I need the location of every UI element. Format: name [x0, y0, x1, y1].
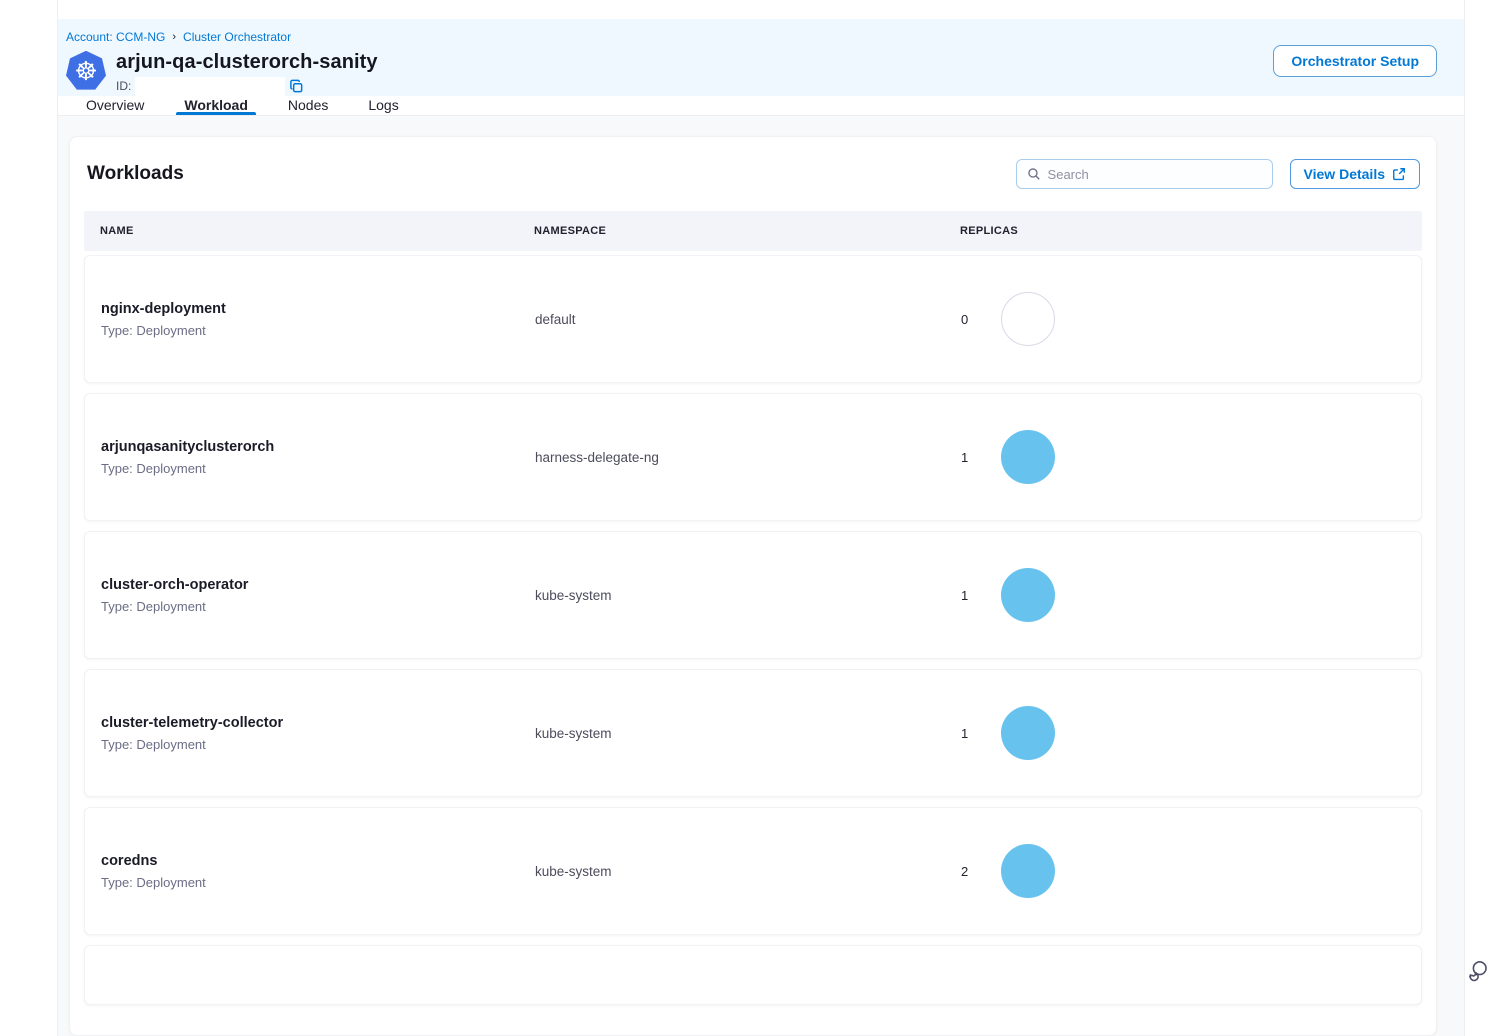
table-row[interactable]: coredns Type: Deployment kube-system 2 — [84, 807, 1422, 935]
tab-overview[interactable]: Overview — [86, 96, 144, 115]
top-whitespace — [58, 0, 1464, 19]
table-header-row: NAME NAMESPACE REPLICAS — [84, 211, 1422, 251]
table-row[interactable]: arjunqasanityclusterorch Type: Deploymen… — [84, 393, 1422, 521]
content-area: Workloads View Details — [58, 116, 1464, 1036]
id-label: ID: — [116, 79, 131, 93]
search-input[interactable] — [1048, 167, 1262, 182]
workload-type: Type: Deployment — [101, 737, 535, 752]
replica-count: 1 — [961, 450, 971, 465]
replica-count: 1 — [961, 726, 971, 741]
view-details-label: View Details — [1304, 166, 1385, 182]
workload-name: coredns — [101, 853, 535, 869]
workloads-panel-header: Workloads View Details — [84, 159, 1422, 189]
workload-namespace: harness-delegate-ng — [535, 450, 961, 465]
tab-logs[interactable]: Logs — [368, 96, 398, 115]
chat-widget-icon[interactable] — [1466, 958, 1490, 982]
title-row: ☸ arjun-qa-clusterorch-sanity ID: — [66, 51, 1464, 96]
workload-namespace: kube-system — [535, 588, 961, 603]
workloads-title: Workloads — [87, 163, 184, 185]
copy-icon[interactable] — [289, 79, 304, 94]
orchestrator-setup-button[interactable]: Orchestrator Setup — [1273, 45, 1437, 77]
search-box[interactable] — [1016, 159, 1273, 189]
cluster-id-row: ID: — [116, 77, 378, 96]
replica-count: 2 — [961, 864, 971, 879]
workload-name: arjunqasanityclusterorch — [101, 439, 535, 455]
table-row[interactable]: cluster-telemetry-collector Type: Deploy… — [84, 669, 1422, 797]
page-title: arjun-qa-clusterorch-sanity — [116, 51, 378, 74]
replica-count: 1 — [961, 588, 971, 603]
cluster-header: Account: CCM-NG › Cluster Orchestrator ☸… — [58, 19, 1464, 96]
workload-name: nginx-deployment — [101, 301, 535, 317]
replica-count: 0 — [961, 312, 971, 327]
title-block: arjun-qa-clusterorch-sanity ID: — [116, 51, 378, 96]
workload-namespace: kube-system — [535, 726, 961, 741]
workload-name: cluster-telemetry-collector — [101, 715, 535, 731]
replica-status-circle — [1001, 568, 1055, 622]
kubernetes-icon: ☸ — [66, 51, 106, 91]
workload-rows: nginx-deployment Type: Deployment defaul… — [84, 255, 1422, 1005]
column-header-replicas: REPLICAS — [960, 225, 1422, 237]
replica-status-circle — [1001, 430, 1055, 484]
table-row-partial[interactable] — [84, 945, 1422, 1005]
tab-workload[interactable]: Workload — [184, 96, 248, 115]
external-link-icon — [1392, 167, 1406, 181]
workload-type: Type: Deployment — [101, 323, 535, 338]
table-row[interactable]: nginx-deployment Type: Deployment defaul… — [84, 255, 1422, 383]
breadcrumb: Account: CCM-NG › Cluster Orchestrator — [66, 29, 1464, 45]
workload-type: Type: Deployment — [101, 875, 535, 890]
breadcrumb-section-link[interactable]: Cluster Orchestrator — [183, 29, 291, 45]
column-header-namespace: NAMESPACE — [534, 225, 960, 237]
search-icon — [1027, 167, 1041, 181]
column-header-name: NAME — [100, 225, 534, 237]
tab-bar: Overview Workload Nodes Logs — [58, 96, 1464, 116]
breadcrumb-account-link[interactable]: Account: CCM-NG — [66, 29, 165, 45]
workloads-controls: View Details — [1016, 159, 1420, 189]
id-redacted-value — [135, 77, 285, 96]
workload-name: cluster-orch-operator — [101, 577, 535, 593]
app-container: Account: CCM-NG › Cluster Orchestrator ☸… — [57, 0, 1465, 1036]
breadcrumb-separator: › — [172, 29, 176, 45]
view-details-button[interactable]: View Details — [1290, 159, 1420, 189]
workload-type: Type: Deployment — [101, 461, 535, 476]
workload-namespace: kube-system — [535, 864, 961, 879]
replica-status-circle — [1001, 844, 1055, 898]
tab-nodes[interactable]: Nodes — [288, 96, 328, 115]
replica-status-circle — [1001, 706, 1055, 760]
replica-status-circle — [1001, 292, 1055, 346]
workloads-panel: Workloads View Details — [69, 136, 1437, 1036]
table-row[interactable]: cluster-orch-operator Type: Deployment k… — [84, 531, 1422, 659]
workload-type: Type: Deployment — [101, 599, 535, 614]
workload-namespace: default — [535, 312, 961, 327]
